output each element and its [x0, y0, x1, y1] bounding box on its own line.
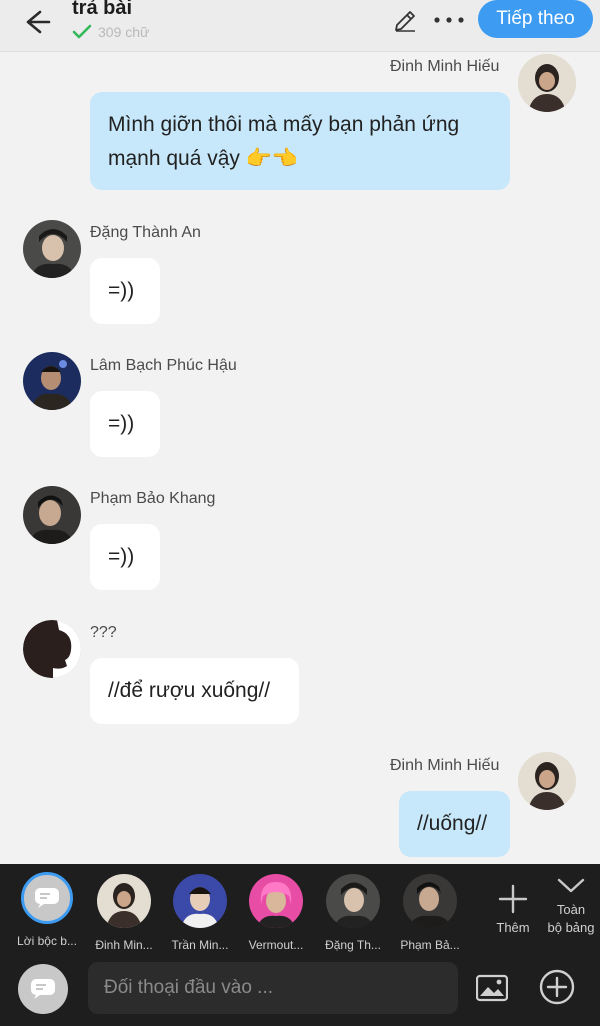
message-bubble[interactable]: //để rượu xuống//	[90, 658, 299, 724]
character-avatar	[97, 874, 151, 928]
message-bubble[interactable]: Mình giỡn thôi mà mấy bạn phản ứng mạnh …	[90, 92, 510, 190]
plus-icon	[498, 884, 528, 914]
expand-all-button[interactable]: Toàn bộ bảng	[540, 876, 600, 937]
sender-name: Lâm Bạch Phúc Hậu	[90, 357, 237, 374]
sender-name: Đinh Minh Hiếu	[390, 58, 500, 75]
sender-name: Phạm Bảo Khang	[90, 490, 216, 507]
character-label: Đinh Min...	[95, 938, 153, 952]
chat-editor-screen: trả bài 309 chữ Tiếp theo Đinh Minh Hiếu…	[0, 0, 600, 1026]
bottom-panel: Lời bộc b... Đinh Min... Trần Min... Ver…	[0, 864, 600, 1026]
chevron-down-icon	[557, 878, 585, 893]
avatar[interactable]	[23, 486, 81, 544]
character-item[interactable]: Trần Min...	[162, 872, 238, 952]
message-bubble[interactable]: =))	[90, 524, 160, 590]
character-item[interactable]: Vermout...	[238, 872, 314, 952]
message-text: =))	[108, 412, 135, 435]
message-text: =))	[108, 545, 135, 568]
character-label: Lời bộc b...	[17, 934, 77, 948]
chat-bubble-icon	[31, 979, 55, 999]
narrator-avatar	[21, 872, 73, 924]
avatar[interactable]	[23, 352, 81, 410]
sender-name: Đặng Thành An	[90, 224, 201, 241]
add-label: Thêm	[496, 920, 530, 935]
character-item[interactable]: Đặng Th...	[315, 872, 391, 952]
message-bubble[interactable]: =))	[90, 258, 160, 324]
sender-name: Đinh Minh Hiếu	[390, 757, 500, 774]
input-row: Đối thoại đầu vào ...	[0, 960, 600, 1026]
character-avatar	[173, 874, 227, 928]
character-label: Đặng Th...	[325, 938, 381, 952]
character-label: Vermout...	[248, 938, 304, 952]
message-text: //uống//	[417, 812, 488, 835]
avatar[interactable]	[518, 752, 576, 810]
sender-name: ???	[90, 624, 117, 641]
story-title: trả bài	[72, 0, 133, 19]
character-label: Trần Min...	[171, 938, 229, 952]
chat-bubble-icon	[35, 888, 59, 908]
check-icon	[72, 24, 92, 39]
more-icon[interactable]	[432, 8, 466, 32]
expand-label: Toàn	[556, 902, 586, 917]
character-label: Phạm Bả...	[400, 938, 460, 952]
pencil-icon[interactable]	[392, 8, 418, 34]
message-bubble[interactable]: =))	[90, 391, 160, 457]
add-character-button[interactable]: Thêm	[486, 884, 540, 937]
avatar[interactable]	[518, 54, 576, 112]
character-item[interactable]: Đinh Min...	[86, 872, 162, 952]
message-text-line: Mình giỡn thôi mà mấy bạn phản ứng	[108, 113, 460, 136]
character-narrator[interactable]: Lời bộc b...	[9, 872, 85, 948]
character-item[interactable]: Phạm Bả...	[392, 872, 468, 952]
image-icon[interactable]	[476, 974, 508, 1002]
plus-circle-icon[interactable]	[538, 968, 576, 1006]
avatar[interactable]	[23, 620, 81, 678]
word-count: 309 chữ	[72, 24, 149, 40]
back-arrow-icon[interactable]	[22, 4, 58, 40]
character-avatar	[326, 874, 380, 928]
message-text: =))	[108, 279, 135, 302]
expand-label: bộ bảng	[547, 920, 595, 935]
character-avatar	[249, 874, 303, 928]
message-text: //để rượu xuống//	[108, 679, 271, 702]
character-avatar	[403, 874, 457, 928]
message-text-line: mạnh quá vậy 👉👈	[108, 147, 299, 170]
top-bar: trả bài 309 chữ Tiếp theo	[0, 0, 600, 52]
message-bubble[interactable]: //uống//	[399, 791, 510, 857]
word-count-label: 309 chữ	[98, 24, 150, 40]
next-button[interactable]: Tiếp theo	[478, 0, 593, 38]
avatar[interactable]	[23, 220, 81, 278]
narration-toggle-button[interactable]	[18, 964, 68, 1014]
dialogue-input[interactable]: Đối thoại đầu vào ...	[88, 962, 458, 1014]
